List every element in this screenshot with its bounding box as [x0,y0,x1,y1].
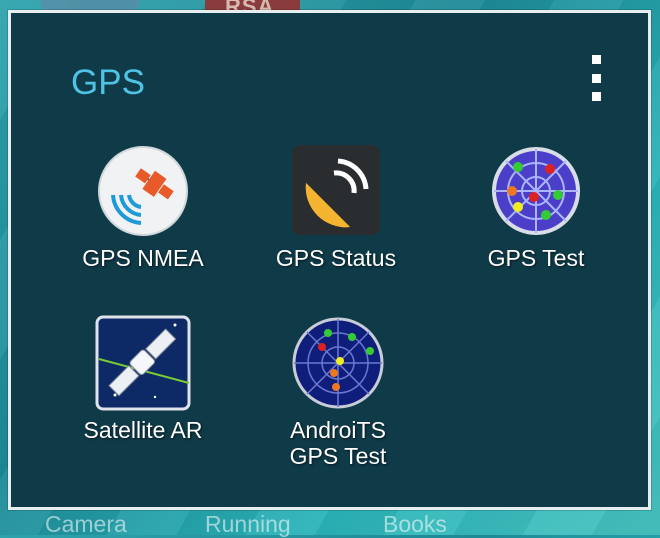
app-label-line1: AndroiTS [290,417,386,443]
app-androits-gps-test[interactable]: AndroiTS GPS Test [253,315,423,469]
gps-status-dish-icon [288,143,384,239]
gps-test-radar-icon [488,143,584,239]
app-label: AndroiTS GPS Test [253,417,423,469]
app-gps-test[interactable]: GPS Test [451,143,621,271]
app-label: GPS Status [275,245,397,271]
more-vert-icon[interactable] [589,55,603,101]
home-dock: Camera Running Books [0,505,660,538]
app-gps-nmea[interactable]: GPS NMEA [58,143,228,271]
satellite-ar-icon [95,315,191,411]
folder-title[interactable]: GPS [71,63,145,103]
app-label: Satellite AR [83,417,203,443]
dock-item-books[interactable]: Books [383,511,447,538]
androits-radar-icon [290,315,386,411]
dock-item-running[interactable]: Running [205,511,291,538]
app-label: GPS Test [487,245,585,271]
app-gps-status[interactable]: GPS Status [251,143,421,271]
app-label: GPS NMEA [82,245,204,271]
app-label-line2: GPS Test [289,443,387,469]
gps-nmea-satellite-icon [95,143,191,239]
app-satellite-ar[interactable]: Satellite AR [58,315,228,443]
app-folder-popup: GPS GPS NMEA GPS Status GPS Test Satelli… [8,10,651,510]
dock-item-camera[interactable]: Camera [45,511,127,538]
